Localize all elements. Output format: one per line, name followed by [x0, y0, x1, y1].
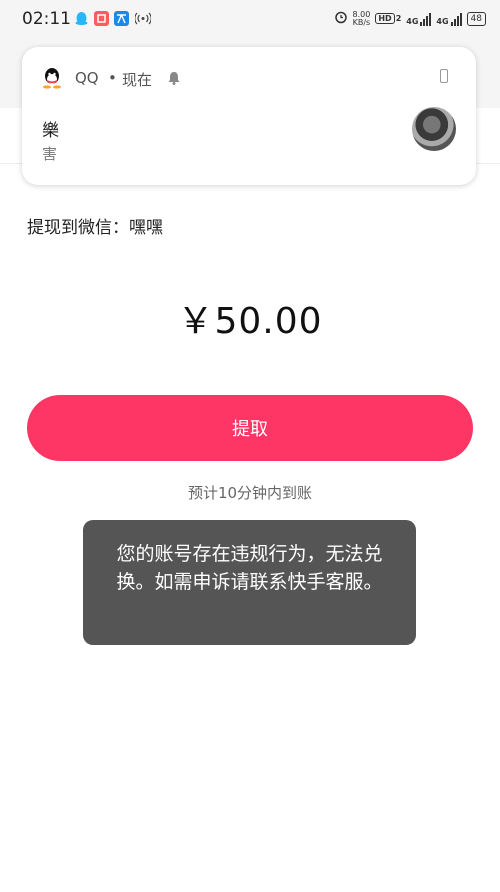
notification-separator: •: [108, 69, 117, 87]
hotspot-icon: [134, 11, 152, 26]
alarm-icon: [334, 10, 348, 27]
qq-app-icon: [42, 67, 62, 89]
arrival-eta: 预计10分钟内到账: [187, 484, 313, 502]
shopping-app-icon: [94, 11, 109, 26]
hd-label: HD: [378, 14, 392, 23]
qq-notification-icon: [74, 11, 89, 26]
hd-sub: 2: [395, 14, 402, 23]
status-bar: 02:11 8.00 KB/s HD 2 4G 4G 48: [0, 0, 500, 38]
signal-1-label: 4G: [406, 16, 419, 26]
sender-avatar: [412, 107, 456, 151]
status-indicators: 8.00 KB/s HD 2 4G 4G 48: [334, 10, 486, 27]
notification-message: 害: [42, 145, 58, 163]
notification-time: 现在: [122, 71, 153, 89]
status-time: 02:11: [22, 9, 71, 29]
error-toast: 您的账号存在违规行为，无法兑换。如需申诉请联系快手客服。: [83, 520, 416, 645]
translate-app-icon: [114, 11, 129, 26]
notification-sender: 樂: [42, 121, 59, 141]
withdraw-amount: ￥50.00: [177, 301, 323, 342]
signal-1-icon: 4G: [406, 12, 432, 26]
signal-2-icon: 4G: [436, 12, 462, 26]
bell-icon: [167, 70, 181, 86]
withdraw-button[interactable]: 提取: [27, 395, 473, 461]
network-speed-unit: KB/s: [352, 17, 371, 27]
notification-app-name: QQ: [75, 69, 99, 87]
hd-voice-badge: HD: [375, 13, 395, 24]
network-speed: 8.00 KB/s: [352, 10, 371, 27]
qq-notification-banner[interactable]: QQ • 现在 樂 害: [22, 47, 476, 185]
collapse-icon[interactable]: [440, 69, 448, 83]
signal-2-label: 4G: [436, 16, 449, 26]
withdraw-destination: 提现到微信：嘿嘿: [27, 218, 163, 238]
battery-indicator: 48: [466, 11, 486, 26]
